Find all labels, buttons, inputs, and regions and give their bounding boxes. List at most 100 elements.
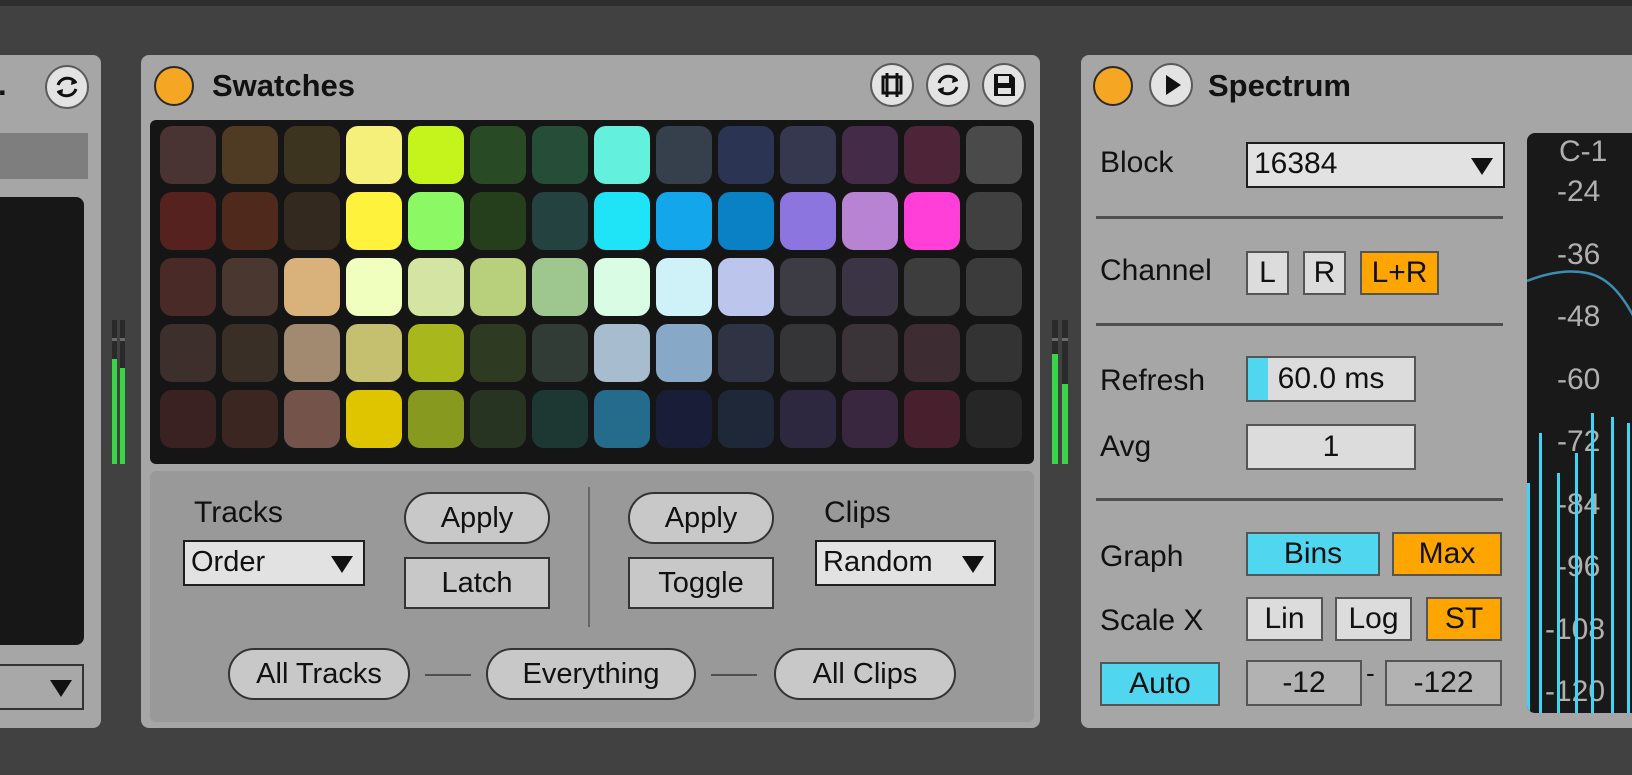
swatch-cell[interactable] xyxy=(160,258,216,316)
scale-lin-button[interactable]: Lin xyxy=(1246,597,1323,641)
swatch-cell[interactable] xyxy=(160,126,216,184)
tracks-latch-button[interactable]: Latch xyxy=(404,557,550,609)
swatch-cell[interactable] xyxy=(718,390,774,448)
swatch-cell[interactable] xyxy=(718,192,774,250)
swatch-cell[interactable] xyxy=(904,192,960,250)
refresh-icon[interactable] xyxy=(926,63,970,107)
swatch-cell[interactable] xyxy=(470,192,526,250)
swatch-cell[interactable] xyxy=(842,390,898,448)
swatch-cell[interactable] xyxy=(718,126,774,184)
swatch-cell[interactable] xyxy=(222,258,278,316)
clips-apply-button[interactable]: Apply xyxy=(628,492,774,544)
auto-button[interactable]: Auto xyxy=(1100,662,1220,706)
swatch-cell[interactable] xyxy=(408,258,464,316)
swatch-cell[interactable] xyxy=(966,258,1022,316)
swatch-cell[interactable] xyxy=(346,390,402,448)
swatch-cell[interactable] xyxy=(222,192,278,250)
swatch-cell[interactable] xyxy=(346,192,402,250)
swatch-cell[interactable] xyxy=(532,192,588,250)
swatch-cell[interactable] xyxy=(594,390,650,448)
swatch-cell[interactable] xyxy=(408,390,464,448)
swatch-cell[interactable] xyxy=(656,390,712,448)
swatch-cell[interactable] xyxy=(222,126,278,184)
refresh-icon[interactable] xyxy=(45,65,89,109)
swatch-cell[interactable] xyxy=(656,126,712,184)
swatch-cell[interactable] xyxy=(222,390,278,448)
swatch-cell[interactable] xyxy=(966,192,1022,250)
swatch-cell[interactable] xyxy=(470,390,526,448)
clips-toggle-button[interactable]: Toggle xyxy=(628,557,774,609)
swatch-cell[interactable] xyxy=(966,390,1022,448)
swatch-cell[interactable] xyxy=(780,192,836,250)
swatch-cell[interactable] xyxy=(966,126,1022,184)
swatch-cell[interactable] xyxy=(594,126,650,184)
save-icon[interactable] xyxy=(982,63,1026,107)
swatch-cell[interactable] xyxy=(284,192,340,250)
swatch-cell[interactable] xyxy=(532,258,588,316)
range-low-box[interactable]: -12 xyxy=(1246,660,1362,706)
swatch-cell[interactable] xyxy=(718,324,774,382)
swatch-cell[interactable] xyxy=(904,390,960,448)
swatch-cell[interactable] xyxy=(780,126,836,184)
left-device-dropdown[interactable] xyxy=(0,664,84,710)
swatch-cell[interactable] xyxy=(284,390,340,448)
swatch-cell[interactable] xyxy=(346,126,402,184)
tracks-order-select[interactable]: Order xyxy=(183,540,365,586)
swatch-cell[interactable] xyxy=(470,258,526,316)
swatch-cell[interactable] xyxy=(904,258,960,316)
swatch-cell[interactable] xyxy=(346,258,402,316)
stamp-icon[interactable] xyxy=(870,63,914,107)
clips-random-select[interactable]: Random xyxy=(815,540,996,586)
scale-st-button[interactable]: ST xyxy=(1426,597,1502,641)
everything-button[interactable]: Everything xyxy=(486,648,696,700)
swatch-cell[interactable] xyxy=(532,324,588,382)
swatch-cell[interactable] xyxy=(284,126,340,184)
swatch-cell[interactable] xyxy=(160,390,216,448)
channel-lr-button[interactable]: L+R xyxy=(1360,251,1439,295)
channel-r-button[interactable]: R xyxy=(1303,251,1346,295)
swatch-cell[interactable] xyxy=(842,126,898,184)
swatch-cell[interactable] xyxy=(470,324,526,382)
tracks-apply-button[interactable]: Apply xyxy=(404,492,550,544)
block-size-select[interactable]: 16384 xyxy=(1246,142,1505,188)
swatch-cell[interactable] xyxy=(346,324,402,382)
swatch-cell[interactable] xyxy=(470,126,526,184)
spectrum-power-button[interactable] xyxy=(1093,66,1133,106)
swatch-cell[interactable] xyxy=(222,324,278,382)
swatch-cell[interactable] xyxy=(656,324,712,382)
swatch-cell[interactable] xyxy=(160,324,216,382)
swatch-cell[interactable] xyxy=(408,192,464,250)
graph-bins-button[interactable]: Bins xyxy=(1246,532,1380,576)
swatch-cell[interactable] xyxy=(904,126,960,184)
all-clips-button[interactable]: All Clips xyxy=(774,648,956,700)
swatch-cell[interactable] xyxy=(718,258,774,316)
swatch-cell[interactable] xyxy=(842,258,898,316)
swatch-cell[interactable] xyxy=(656,258,712,316)
swatch-cell[interactable] xyxy=(408,324,464,382)
swatch-cell[interactable] xyxy=(966,324,1022,382)
swatch-cell[interactable] xyxy=(656,192,712,250)
swatch-cell[interactable] xyxy=(594,258,650,316)
swatch-cell[interactable] xyxy=(408,126,464,184)
swatch-cell[interactable] xyxy=(160,192,216,250)
range-high-box[interactable]: -122 xyxy=(1385,660,1502,706)
refresh-slider[interactable]: 60.0 ms xyxy=(1246,356,1416,402)
channel-l-button[interactable]: L xyxy=(1246,251,1289,295)
all-tracks-button[interactable]: All Tracks xyxy=(228,648,410,700)
swatch-cell[interactable] xyxy=(532,390,588,448)
swatch-cell[interactable] xyxy=(594,192,650,250)
swatch-cell[interactable] xyxy=(780,390,836,448)
play-icon[interactable] xyxy=(1149,63,1193,107)
scale-log-button[interactable]: Log xyxy=(1335,597,1412,641)
swatch-cell[interactable] xyxy=(842,192,898,250)
swatch-cell[interactable] xyxy=(780,258,836,316)
swatch-cell[interactable] xyxy=(284,324,340,382)
swatch-cell[interactable] xyxy=(842,324,898,382)
swatch-cell[interactable] xyxy=(284,258,340,316)
swatches-power-button[interactable] xyxy=(154,66,194,106)
graph-max-button[interactable]: Max xyxy=(1392,532,1502,576)
avg-number-box[interactable]: 1 xyxy=(1246,424,1416,470)
swatch-cell[interactable] xyxy=(532,126,588,184)
swatch-cell[interactable] xyxy=(904,324,960,382)
swatch-cell[interactable] xyxy=(594,324,650,382)
